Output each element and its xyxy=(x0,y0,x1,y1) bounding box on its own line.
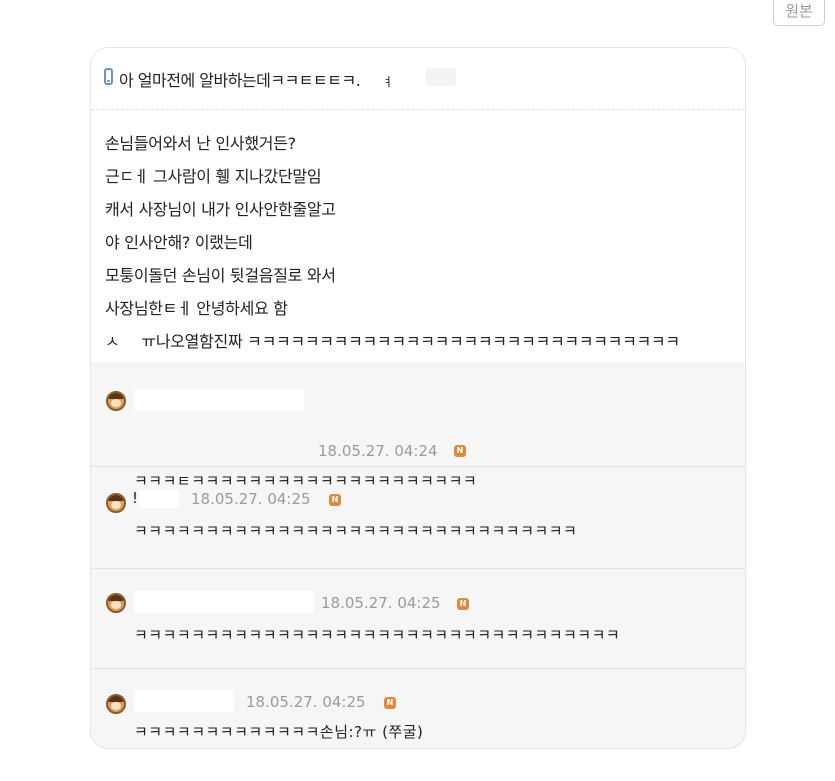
comment-text: ㅋㅋㅋㅋㅋㅋㅋㅋㅋㅋㅋㅋㅋ손님:?ㅠ (쭈굴) xyxy=(134,723,424,741)
post-line: 야 인사안해? 이랬는데 xyxy=(105,233,253,252)
comment-timestamp: 18.05.27. 04:24 xyxy=(318,442,438,460)
redaction-block xyxy=(119,333,142,352)
phone-icon xyxy=(104,68,113,85)
original-button[interactable]: 원본 xyxy=(773,0,825,26)
post-line: 캐서 사장님이 내가 인사안한줄알고 xyxy=(105,200,336,219)
post-line: 근ㄷㅔ 그사람이 휑 지나갔단말임 xyxy=(105,167,322,186)
comment-timestamp: 18.05.27. 04:25 xyxy=(246,693,366,711)
post-line: 모퉁이돌던 손님이 뒷걸음질로 와서 xyxy=(105,266,336,285)
new-badge: N xyxy=(329,494,341,506)
title-blur-redaction xyxy=(426,68,456,86)
post-line-rest: ㅠ나오열함진짜 ㅋㅋㅋㅋㅋㅋㅋㅋㅋㅋㅋㅋㅋㅋㅋㅋㅋㅋㅋㅋㅋㅋㅋㅋㅋㅋㅋㅋㅋㅋ xyxy=(141,332,680,351)
post-title[interactable]: 아 얼마전에 알바하는데ㅋㅋㅌㅌㅌㅋ. ㅕ xyxy=(119,67,393,91)
comment-item: 18.05.27. 04:25 N ㅋㅋㅋㅋㅋㅋㅋㅋㅋㅋㅋㅋㅋㅋㅋㅋㅋㅋㅋㅋㅋㅋ… xyxy=(91,568,745,668)
post-line-prefix: ㅅ xyxy=(105,332,120,351)
commenter-name-redacted xyxy=(134,591,314,613)
new-badge: N xyxy=(454,445,466,457)
comment-item: 18.05.27. 04:25 N ㅋㅋㅋㅋㅋㅋㅋㅋㅋㅋㅋㅋㅋ손님:?ㅠ (쭈굴… xyxy=(91,668,745,748)
comment-timestamp: 18.05.27. 04:25 xyxy=(321,594,441,612)
comment-text: ㅋㅋㅋㅋㅋㅋㅋㅋㅋㅋㅋㅋㅋㅋㅋㅋㅋㅋㅋㅋㅋㅋㅋㅋㅋㅋㅋㅋㅋㅋㅋㅋㅋㅋ xyxy=(134,626,621,644)
avatar-icon xyxy=(106,493,126,513)
commenter-name-partial: ! xyxy=(132,489,139,507)
commenter-name-redacted xyxy=(134,690,234,712)
comment-item: ! 18.05.27. 04:25 N ㅋㅋㅋㅋㅋㅋㅋㅋㅋㅋㅋㅋㅋㅋㅋㅋㅋㅋㅋㅋ… xyxy=(91,466,745,570)
avatar-icon xyxy=(106,694,126,714)
post-title-text: 아 얼마전에 알바하는데ㅋㅋㅌㅌㅌㅋ. xyxy=(119,71,361,90)
post-body: 손님들어와서 난 인사했거든? 근ㄷㅔ 그사람이 휑 지나갔단말임 캐서 사장님… xyxy=(105,130,680,361)
avatar-icon xyxy=(106,593,126,613)
post-line-last: ㅅ ㅠ나오열함진짜 ㅋㅋㅋㅋㅋㅋㅋㅋㅋㅋㅋㅋㅋㅋㅋㅋㅋㅋㅋㅋㅋㅋㅋㅋㅋㅋㅋㅋㅋㅋ xyxy=(105,328,680,361)
comment-timestamp: 18.05.27. 04:25 xyxy=(191,490,311,508)
commenter-name-redacted xyxy=(134,389,304,411)
post-title-tail: ㅕ xyxy=(382,75,393,89)
post-content: 아 얼마전에 알바하는데ㅋㅋㅌㅌㅌㅋ. ㅕ 손님들어와서 난 인사했거든? 근ㄷㅔ… xyxy=(91,48,745,362)
post-line: 손님들어와서 난 인사했거든? xyxy=(105,134,296,153)
avatar-icon xyxy=(106,391,126,411)
new-badge: N xyxy=(384,697,396,709)
comment-text: ㅋㅋㅋㅋㅋㅋㅋㅋㅋㅋㅋㅋㅋㅋㅋㅋㅋㅋㅋㅋㅋㅋㅋㅋㅋㅋㅋㅋㅋㅋㅋ xyxy=(134,522,578,540)
post-card: 아 얼마전에 알바하는데ㅋㅋㅌㅌㅌㅋ. ㅕ 손님들어와서 난 인사했거든? 근ㄷㅔ… xyxy=(90,47,746,749)
commenter-name-redacted xyxy=(139,490,179,508)
post-line: 사장님한ㅌㅔ 안녕하세요 함 xyxy=(105,299,288,318)
post-title-row: 아 얼마전에 알바하는데ㅋㅋㅌㅌㅌㅋ. ㅕ xyxy=(91,48,745,110)
new-badge: N xyxy=(457,598,469,610)
